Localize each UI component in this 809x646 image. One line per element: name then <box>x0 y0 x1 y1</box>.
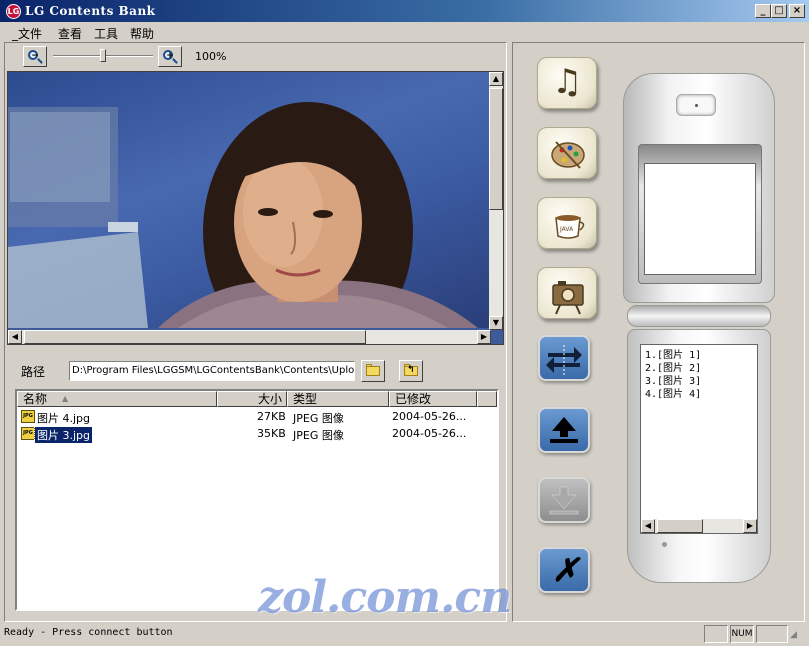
zoom-out-button[interactable]: − <box>23 46 47 67</box>
scroll-down-arrow-icon[interactable]: ▼ <box>489 316 503 330</box>
java-cup-label: JAVA <box>559 226 574 233</box>
list-item[interactable]: 3.[图片 3] <box>645 375 701 388</box>
resize-grip-icon[interactable]: ◢ <box>790 630 804 644</box>
palette-icon <box>551 141 585 169</box>
upload-button[interactable] <box>538 407 590 453</box>
status-bar: Ready - Press connect button NUM ◢ <box>0 624 809 646</box>
close-button[interactable]: × <box>789 4 805 18</box>
file-size: 27KB <box>257 410 286 423</box>
zoom-in-button[interactable]: + <box>158 46 182 67</box>
file-modified: 2004-05-26... <box>392 410 467 423</box>
image-button[interactable] <box>537 127 597 179</box>
list-item[interactable]: 4.[图片 4] <box>645 388 701 401</box>
phone-outer-display[interactable] <box>644 163 756 275</box>
file-size: 35KB <box>257 427 286 440</box>
menu-view[interactable]: 查看 <box>58 25 82 42</box>
right-pane: ♫ JAVA ✗ 1.[图片 1] 2.[图片 2] 3.[图片 3] 4.[图… <box>512 42 805 622</box>
file-type: JPEG 图像 <box>293 412 344 425</box>
title-bar[interactable]: LG LG Contents Bank _ □ × <box>0 0 809 22</box>
zoom-toolbar: − + 100% <box>5 43 506 71</box>
phone-graphic: 1.[图片 1] 2.[图片 2] 3.[图片 3] 4.[图片 4] ◀ ▶ <box>623 73 775 583</box>
camera-button[interactable] <box>537 267 597 319</box>
download-icon <box>549 486 579 515</box>
menu-file[interactable]: _文件 <box>12 25 42 42</box>
horizontal-scroll-thumb[interactable] <box>657 519 703 533</box>
delete-button[interactable]: ✗ <box>538 547 590 593</box>
minimize-button[interactable]: _ <box>755 4 771 18</box>
window-title: LG Contents Bank <box>25 4 156 18</box>
upload-icon <box>550 417 578 443</box>
phone-content-list[interactable]: 1.[图片 1] 2.[图片 2] 3.[图片 3] 4.[图片 4] ◀ ▶ <box>640 344 758 534</box>
file-name: 图片 3.jpg <box>33 426 94 444</box>
watermark: zol.com.cn <box>258 572 512 623</box>
browse-folder-button[interactable] <box>361 360 385 382</box>
folder-icon <box>366 366 380 376</box>
preview-horizontal-scrollbar[interactable]: ◀ ▶ <box>8 330 491 344</box>
horizontal-scroll-thumb[interactable] <box>24 330 366 344</box>
scroll-right-arrow-icon[interactable]: ▶ <box>477 330 491 344</box>
status-text: Ready - Press connect button <box>4 627 173 638</box>
zoom-slider-thumb[interactable] <box>100 49 106 62</box>
photo-svg <box>8 102 478 328</box>
path-label: 路径 <box>21 365 46 379</box>
preview-vertical-scrollbar[interactable]: ▲ ▼ <box>489 72 503 330</box>
scroll-up-arrow-icon[interactable]: ▲ <box>489 72 503 86</box>
transfer-arrows-icon <box>546 345 582 377</box>
parent-folder-button[interactable]: ↰ <box>399 360 423 382</box>
vertical-scroll-thumb[interactable] <box>489 88 503 210</box>
phone-list-scrollbar[interactable]: ◀ ▶ <box>641 519 757 533</box>
music-note-icon: ♫ <box>552 62 583 102</box>
menu-tools[interactable]: 工具 <box>94 25 118 42</box>
table-row-selected[interactable]: JPG 图片 3.jpg 35KB JPEG 图像 2004-05-26... <box>17 426 497 444</box>
zoom-value: 100% <box>195 50 227 63</box>
maximize-button[interactable]: □ <box>771 4 787 18</box>
up-arrow-icon: ↰ <box>407 365 415 375</box>
phone-mic-dot <box>662 542 667 547</box>
music-button[interactable]: ♫ <box>537 57 597 109</box>
list-item[interactable]: 1.[图片 1] <box>645 349 701 362</box>
column-name[interactable]: 名称 ▲ <box>17 391 217 407</box>
list-item[interactable]: 2.[图片 2] <box>645 362 701 375</box>
table-row[interactable]: JPG 图片 4.jpg 27KB JPEG 图像 2004-05-26... <box>17 409 497 425</box>
column-type[interactable]: 类型 <box>287 391 389 407</box>
status-panel-num: NUM <box>730 625 754 643</box>
scroll-left-arrow-icon[interactable]: ◀ <box>641 519 655 533</box>
menu-bar: _文件 查看 工具 帮助 <box>0 22 809 42</box>
file-type: JPEG 图像 <box>293 429 344 442</box>
image-preview: ▲ ▼ ◀ ▶ <box>7 71 504 345</box>
menu-help[interactable]: 帮助 <box>130 25 154 42</box>
java-cup-icon: JAVA <box>555 215 585 239</box>
column-size[interactable]: 大小 <box>217 391 287 407</box>
status-panel-caps <box>704 625 728 643</box>
lg-logo-icon: LG <box>6 4 21 19</box>
jpg-file-icon: JPG <box>21 410 35 423</box>
phone-top-shell <box>623 73 775 303</box>
phone-bottom-shell: 1.[图片 1] 2.[图片 2] 3.[图片 3] 4.[图片 4] ◀ ▶ <box>627 329 771 583</box>
delete-icon: ✗ <box>552 551 579 589</box>
phone-outer-display-frame <box>638 144 762 284</box>
java-button[interactable]: JAVA <box>537 197 597 249</box>
camera-icon <box>552 281 584 315</box>
phone-hinge <box>627 305 771 327</box>
jpg-file-icon: JPG <box>21 427 35 440</box>
transfer-button[interactable] <box>538 335 590 381</box>
file-name: 图片 4.jpg <box>37 412 91 425</box>
file-modified: 2004-05-26... <box>392 427 467 440</box>
sort-ascending-icon: ▲ <box>62 394 69 403</box>
phone-list: 1.[图片 1] 2.[图片 2] 3.[图片 3] 4.[图片 4] <box>645 349 701 401</box>
phone-speaker <box>676 94 716 116</box>
download-button[interactable] <box>538 477 590 523</box>
status-panel-scroll <box>756 625 788 643</box>
preview-photo <box>8 72 491 328</box>
column-filler <box>477 391 497 407</box>
path-input[interactable]: D:\Program Files\LGGSM\LGContentsBank\Co… <box>69 361 355 381</box>
scroll-right-arrow-icon[interactable]: ▶ <box>743 519 757 533</box>
column-modified[interactable]: 已修改 <box>389 391 477 407</box>
scroll-left-arrow-icon[interactable]: ◀ <box>8 330 22 344</box>
left-pane: − + 100% ▲ ▼ ◀ ▶ 路径 D:\Program Files\LGG… <box>4 42 507 622</box>
